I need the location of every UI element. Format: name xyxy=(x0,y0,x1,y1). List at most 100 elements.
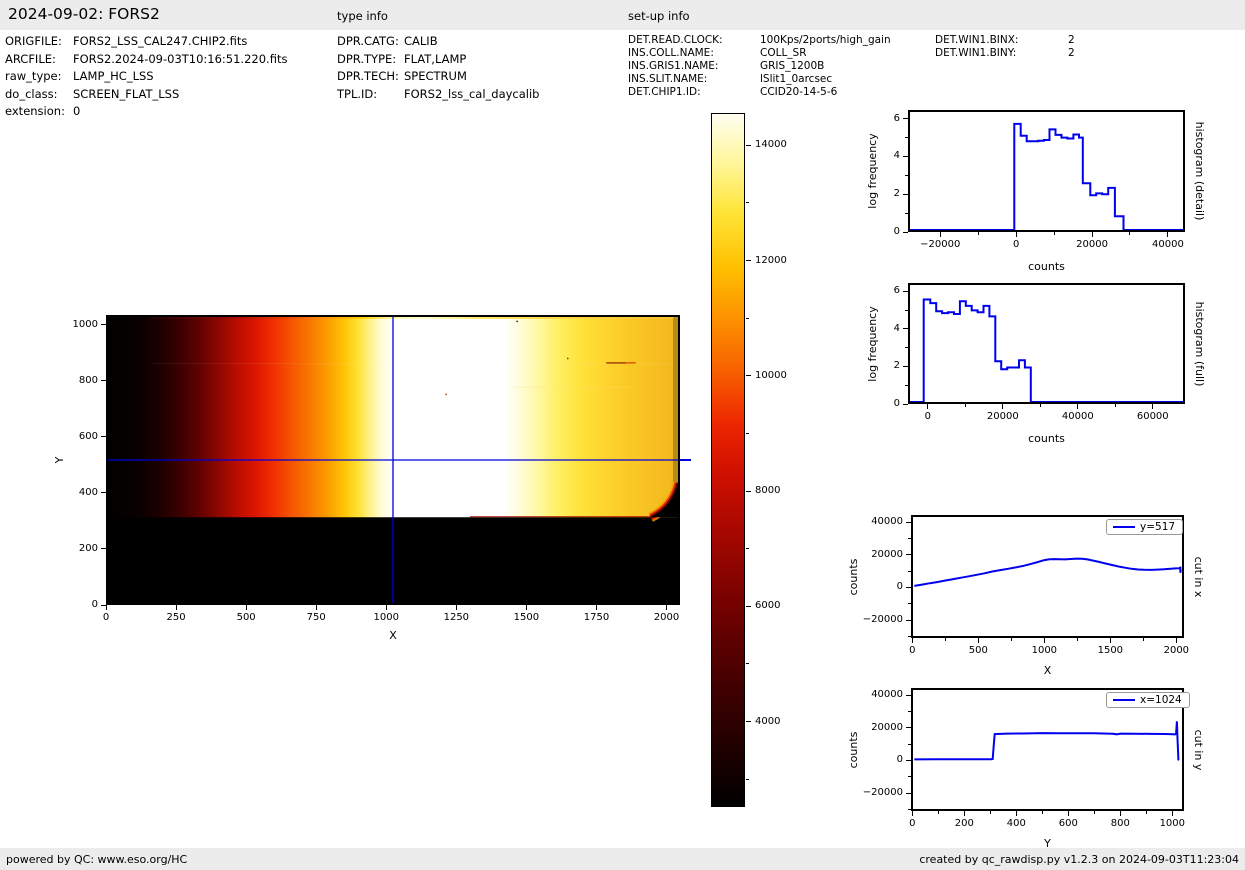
x-minor-tick xyxy=(1041,811,1043,814)
file-info-block: ORIGFILE: FORS2_LSS_CAL247.CHIP2.fits ARC… xyxy=(5,33,287,121)
y-tick xyxy=(906,727,911,729)
x-tick xyxy=(963,811,965,816)
y-tick-label: 0 xyxy=(91,599,98,610)
x-tick xyxy=(1119,811,1121,816)
x-tick-label: 40000 xyxy=(1061,411,1094,422)
legend-label: x=1024 xyxy=(1140,694,1182,706)
x-tick xyxy=(245,605,247,610)
y-tick-label: 0 xyxy=(893,398,900,409)
y-axis-label: log frequency xyxy=(866,133,879,209)
footer-powered-by: powered by QC: www.eso.org/HC xyxy=(6,852,188,866)
x-tick xyxy=(385,605,387,610)
y-minor-tick xyxy=(905,174,908,176)
x-tick-label: 1000 xyxy=(1031,645,1058,656)
colorbar-tick xyxy=(746,375,751,377)
x-minor-tick xyxy=(1129,232,1131,235)
y-tick-label: −20000 xyxy=(862,614,903,626)
x-tick-label: 40000 xyxy=(1152,239,1184,250)
x-tick-label: 1500 xyxy=(513,612,540,623)
info-value: CCID20-14-5-6 xyxy=(760,86,838,98)
info-label: INS.COLL.NAME: xyxy=(628,47,714,59)
legend-line-sample xyxy=(1113,526,1135,528)
info-value: 2 xyxy=(1068,34,1075,46)
footer-bar: powered by QC: www.eso.org/HC created by… xyxy=(0,848,1245,870)
x-tick xyxy=(1077,404,1079,409)
y-tick-label: 6 xyxy=(893,112,900,124)
x-tick-label: 60000 xyxy=(1136,411,1169,422)
info-value: CALIB xyxy=(404,34,438,48)
info-row: DPR.TYPE: FLAT,LAMP xyxy=(337,51,539,69)
y-minor-tick xyxy=(908,743,911,745)
y-axis-label: log frequency xyxy=(866,305,879,382)
info-row: DET.READ.CLOCK: 100Kps/2ports/high_gain xyxy=(628,34,891,47)
colorbar-minor-tick xyxy=(746,432,749,434)
info-label: INS.SLIT.NAME: xyxy=(628,73,708,85)
info-value: 2 xyxy=(1068,47,1075,59)
hist_detail-series-line xyxy=(910,122,1183,230)
x-tick-label: 0 xyxy=(909,645,916,656)
x-tick-label: 500 xyxy=(968,645,988,656)
colorbar-tick xyxy=(746,721,751,723)
x-tick-label: 200 xyxy=(954,818,974,829)
colorbar-minor-tick xyxy=(746,202,749,204)
x-tick xyxy=(315,605,317,610)
x-tick xyxy=(175,605,177,610)
legend: y=517 xyxy=(1106,519,1184,535)
x-minor-tick xyxy=(1010,638,1012,641)
y-minor-tick xyxy=(908,537,911,539)
y-tick xyxy=(903,290,908,292)
info-label: TPL.ID: xyxy=(337,86,378,101)
y-tick xyxy=(903,365,908,367)
y-axis-label: counts xyxy=(847,731,860,768)
x-tick-label: 0 xyxy=(102,612,110,623)
x-tick-label: 20000 xyxy=(1076,239,1108,250)
info-row: extension: 0 xyxy=(5,103,287,121)
x-tick-label: 1000 xyxy=(373,612,399,623)
x-axis-label: counts xyxy=(1028,432,1065,445)
info-row: TPL.ID: FORS2_lss_cal_daycalib xyxy=(337,86,539,104)
y-tick xyxy=(101,492,106,494)
top-edge-stripe xyxy=(149,317,678,319)
x-tick-label: 0 xyxy=(909,818,916,829)
hist_full-canvas xyxy=(910,298,1183,402)
info-value: 0 xyxy=(73,104,81,118)
y-tick-label: 20000 xyxy=(871,721,903,733)
y-axis-label: Y xyxy=(53,456,66,464)
x-tick-label: 1250 xyxy=(443,612,470,623)
x-minor-tick xyxy=(989,811,991,814)
info-value: 100Kps/2ports/high_gain xyxy=(760,34,891,46)
y-tick-label: 6 xyxy=(893,285,900,297)
setup-info-block-2: DET.WIN1.BINX: 2 DET.WIN1.BINY: 2 xyxy=(935,34,1075,60)
y-tick xyxy=(903,193,908,195)
y-tick xyxy=(906,521,911,523)
crosshair-overshoot xyxy=(680,459,691,461)
colorbar-tick xyxy=(746,490,751,492)
x-tick xyxy=(1167,232,1169,237)
info-label: ARCFILE: xyxy=(5,51,56,66)
x-minor-tick xyxy=(1145,811,1147,814)
type-info-section-label: type info xyxy=(337,9,388,23)
x-tick xyxy=(1091,232,1093,237)
x-tick xyxy=(105,605,107,610)
x-tick-label: 2000 xyxy=(653,612,680,623)
x-tick xyxy=(455,605,457,610)
info-row: ORIGFILE: FORS2_LSS_CAL247.CHIP2.fits xyxy=(5,33,287,51)
main-image-plot xyxy=(106,315,680,605)
x-tick-label: 0 xyxy=(1012,239,1020,250)
y-tick-label: 800 xyxy=(78,374,98,386)
info-value: SCREEN_FLAT_LSS xyxy=(73,86,180,101)
y-tick xyxy=(903,118,908,119)
info-row: DPR.CATG: CALIB xyxy=(337,33,539,51)
x-tick-label: −20000 xyxy=(920,239,961,250)
x-tick xyxy=(1002,404,1004,409)
y-tick-label: 0 xyxy=(896,754,903,766)
y-minor-tick xyxy=(905,309,908,311)
info-label: DET.READ.CLOCK: xyxy=(628,34,723,46)
y-tick xyxy=(906,792,911,794)
info-value: FLAT,LAMP xyxy=(404,51,467,66)
qc-report-page: 2024-09-02: FORS2 type info set-up info … xyxy=(0,0,1245,870)
info-label: ORIGFILE: xyxy=(5,34,62,48)
y-tick-label: 200 xyxy=(78,542,98,554)
info-value: FORS2.2024-09-03T10:16:51.220.fits xyxy=(73,51,288,66)
colorbar-minor-tick xyxy=(746,778,749,780)
